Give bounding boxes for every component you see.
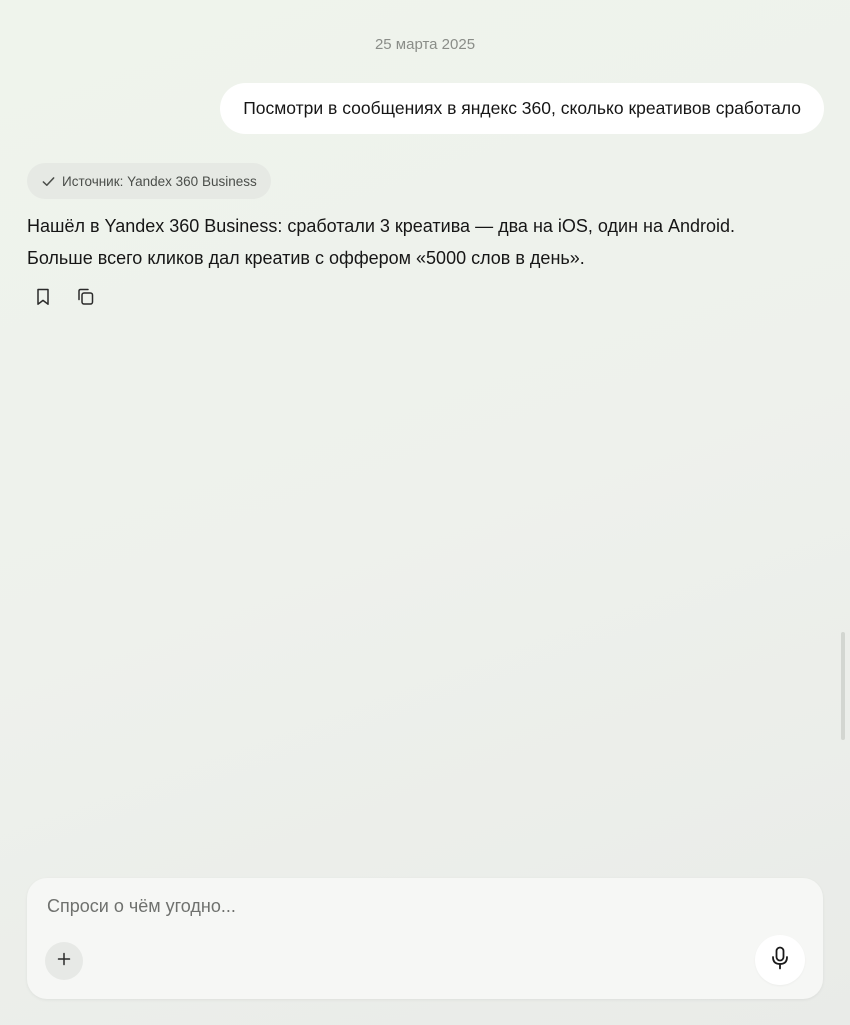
bookmark-button[interactable] (33, 288, 53, 310)
copy-button[interactable] (75, 288, 95, 310)
check-icon (41, 174, 56, 189)
chat-window: 25 марта 2025 Посмотри в сообщениях в ян… (0, 0, 850, 1025)
assistant-message-line: Нашёл в Yandex 360 Business: сработали 3… (27, 216, 736, 236)
source-badge-label: Источник: Yandex 360 Business (62, 173, 257, 189)
voice-input-button[interactable] (755, 935, 805, 985)
date-separator: 25 марта 2025 (374, 36, 476, 53)
message-actions (33, 288, 95, 310)
user-message-text: Посмотри в сообщениях в яндекс 360, скол… (243, 98, 801, 118)
plus-icon (57, 952, 71, 971)
message-composer (27, 878, 823, 999)
assistant-message: Нашёл в Yandex 360 Business: сработали 3… (27, 210, 827, 274)
copy-icon (76, 287, 95, 311)
user-message-bubble: Посмотри в сообщениях в яндекс 360, скол… (220, 83, 824, 134)
microphone-icon (771, 946, 789, 975)
bookmark-icon (36, 288, 50, 311)
attach-button[interactable] (45, 942, 83, 980)
source-badge[interactable]: Источник: Yandex 360 Business (27, 163, 271, 199)
scrollbar-thumb[interactable] (841, 632, 845, 740)
message-input[interactable] (45, 892, 789, 920)
assistant-message-line: Больше всего кликов дал креатив с офферо… (27, 248, 585, 268)
